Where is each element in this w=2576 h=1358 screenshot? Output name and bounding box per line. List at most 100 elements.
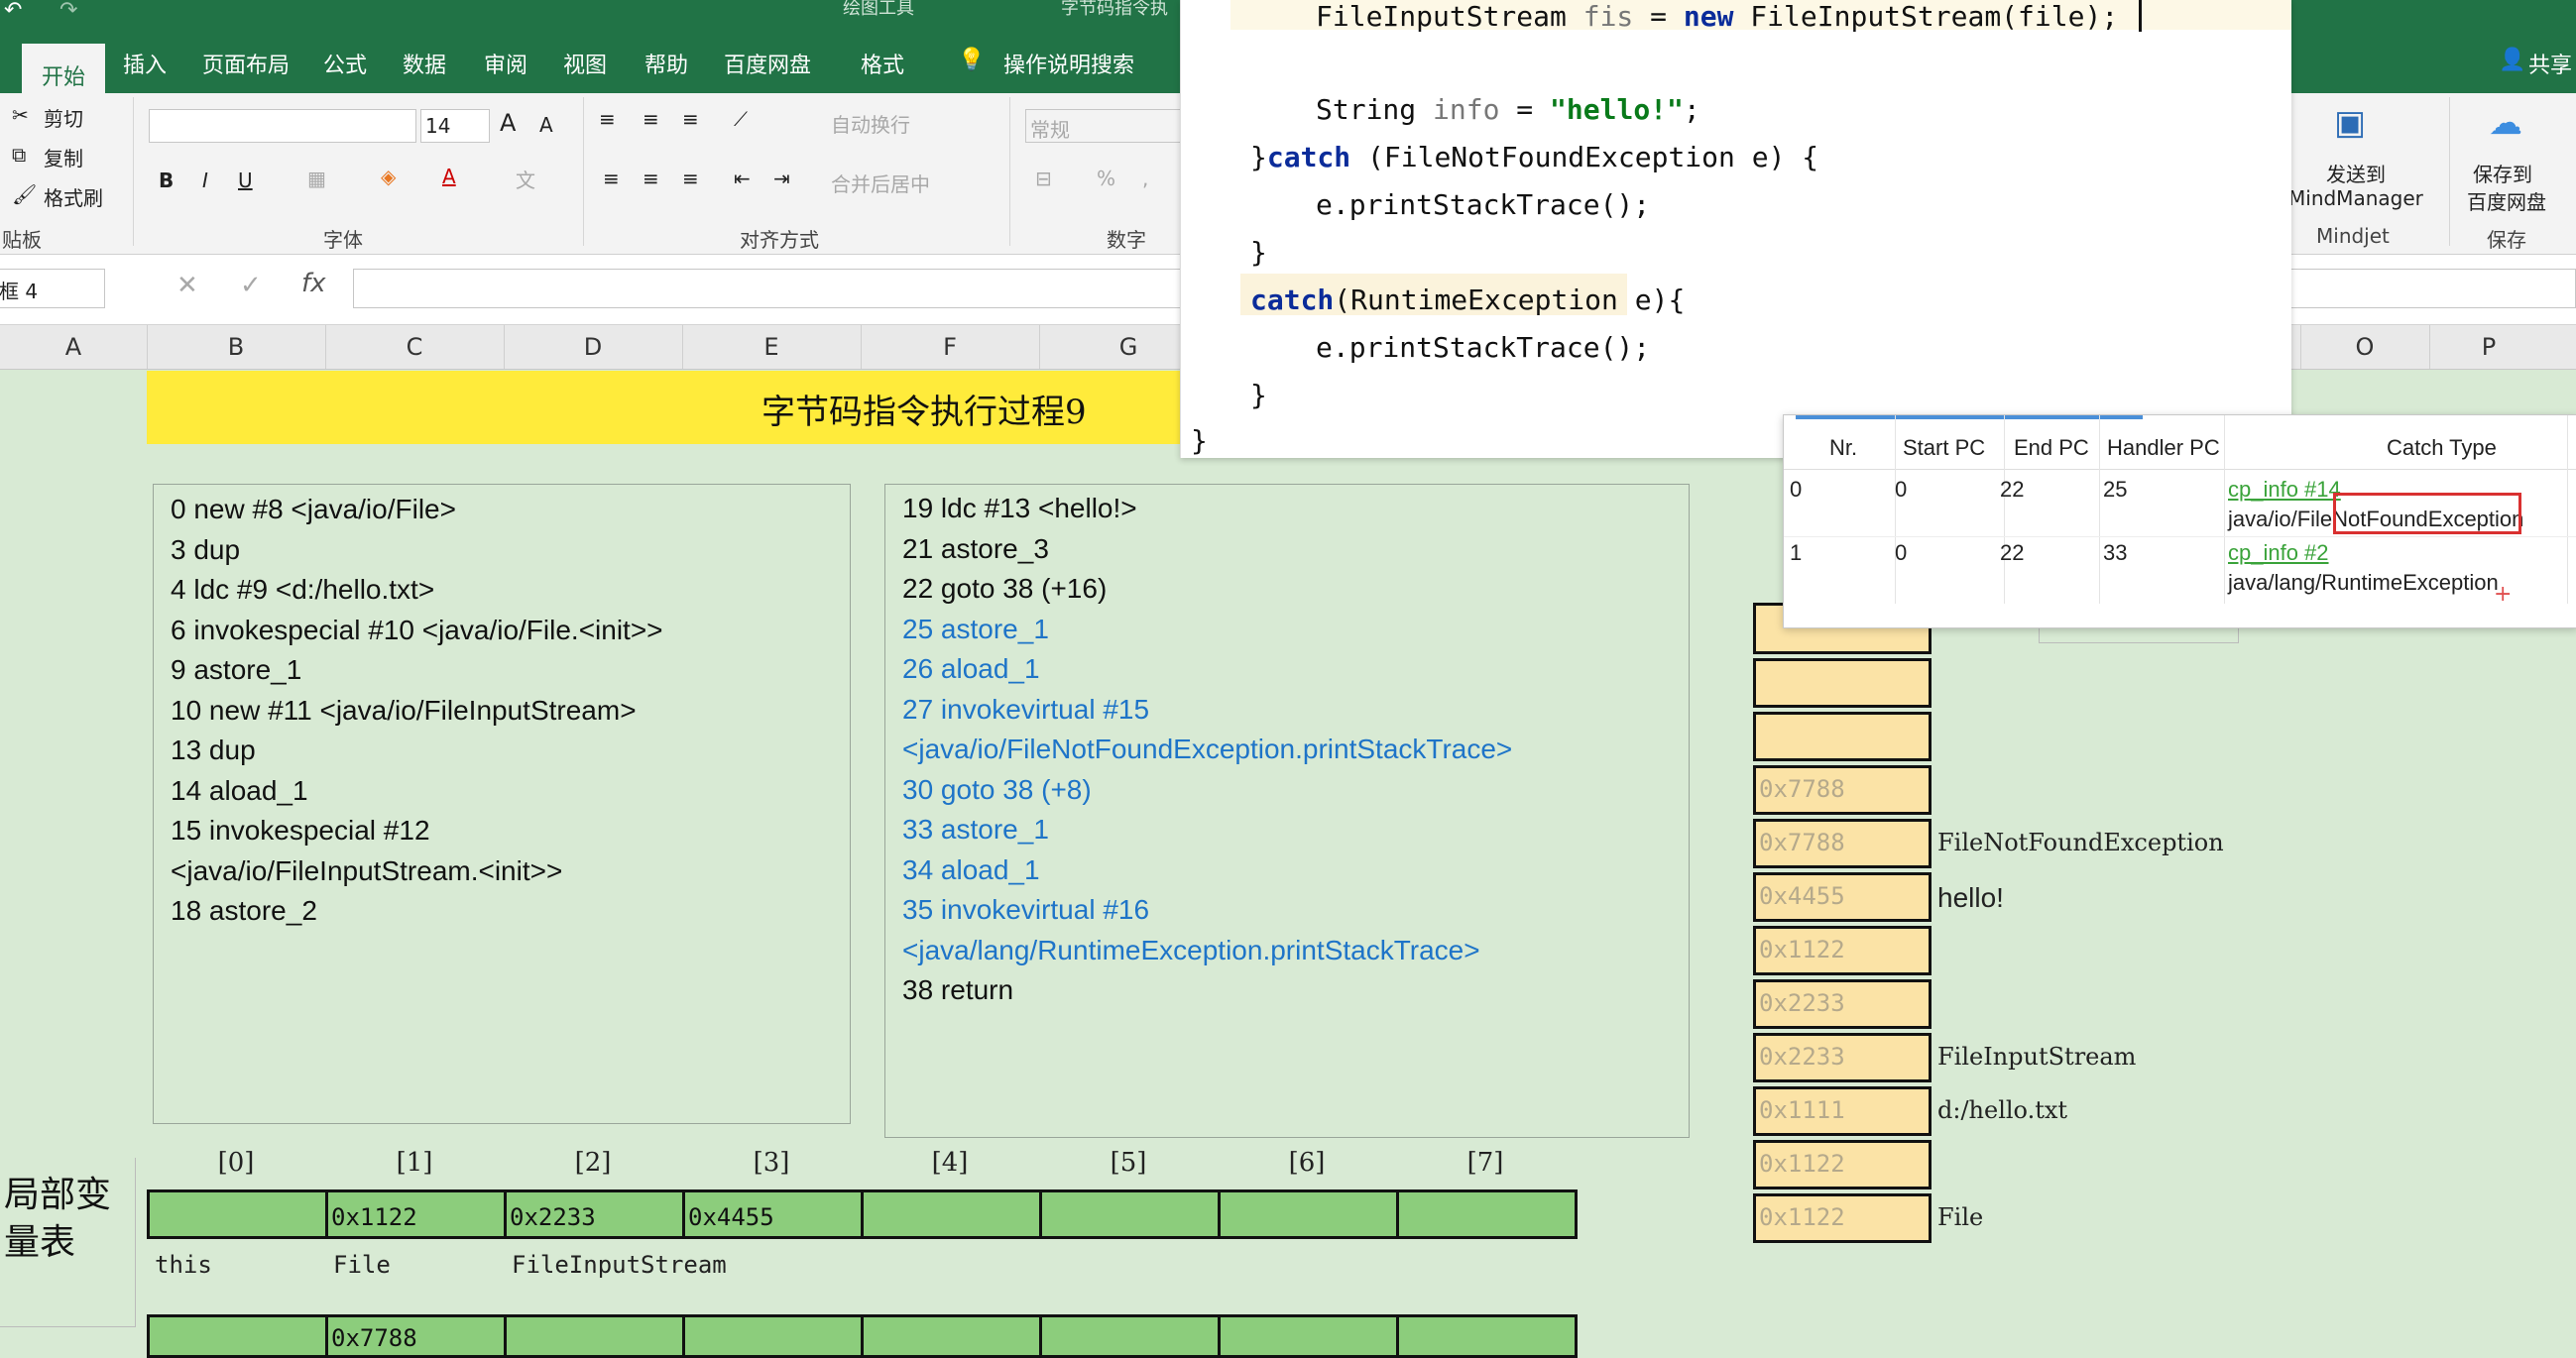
tab-review[interactable]: 审阅 xyxy=(484,48,527,79)
save-to-label[interactable]: 保存到 xyxy=(2473,159,2532,187)
local-var-slot-row2[interactable] xyxy=(147,1314,328,1358)
tab-insert[interactable]: 插入 xyxy=(123,48,167,79)
tell-me-search[interactable]: 操作说明搜索 xyxy=(1003,48,1134,79)
bytecode-line: 0 new #8 <java/io/File> xyxy=(171,494,456,524)
redo-icon[interactable]: ↷ xyxy=(59,0,77,23)
bytecode-line: 19 ldc #13 <hello!> xyxy=(902,493,1137,523)
format-painter-button[interactable]: 格式刷 xyxy=(44,182,103,211)
font-name-select[interactable] xyxy=(149,109,416,143)
percent-button[interactable]: % xyxy=(1097,167,1115,190)
tab-help[interactable]: 帮助 xyxy=(644,48,688,79)
mindmanager-button[interactable]: MindManager xyxy=(2288,186,2423,210)
local-var-slot-row2[interactable] xyxy=(1039,1314,1221,1358)
font-size-select[interactable]: 14 xyxy=(420,109,490,143)
local-var-slot-row2[interactable] xyxy=(861,1314,1042,1358)
align-top-icon[interactable]: ≡ xyxy=(599,107,616,131)
row1-cp-link[interactable]: cp_info #2 xyxy=(2228,540,2329,566)
share-button[interactable]: 共享 xyxy=(2528,48,2572,79)
local-var-slot[interactable] xyxy=(147,1189,328,1239)
row1-end: 22 xyxy=(2000,540,2025,565)
row0-cp-link[interactable]: cp_info #14 xyxy=(2228,477,2341,503)
local-var-slot[interactable] xyxy=(861,1189,1042,1239)
tab-formulas[interactable]: 公式 xyxy=(323,48,367,79)
font-color-icon[interactable]: A xyxy=(442,165,456,188)
decrease-indent-icon[interactable]: ⇤ xyxy=(734,167,751,190)
local-var-title-cell: 局部变量表 xyxy=(0,1158,136,1327)
tab-home[interactable]: 开始 xyxy=(22,44,106,93)
tab-page-layout[interactable]: 页面布局 xyxy=(202,48,290,79)
border-icon[interactable]: ▦ xyxy=(307,167,326,190)
local-var-slot-row2[interactable] xyxy=(504,1314,685,1358)
bold-button[interactable]: B xyxy=(159,169,174,192)
code-line: FileInputStream fis = new FileInputStrea… xyxy=(1316,0,2118,33)
tab-format[interactable]: 格式 xyxy=(861,48,904,79)
copy-button[interactable]: 复制 xyxy=(44,143,83,171)
local-var-slot[interactable] xyxy=(1039,1189,1221,1239)
local-var-slot-row2[interactable] xyxy=(682,1314,864,1358)
bytecode-line: 13 dup xyxy=(171,735,256,765)
send-to-label[interactable]: 发送到 xyxy=(2326,159,2386,187)
local-var-name: FileInputStream xyxy=(512,1251,727,1279)
scissors-icon[interactable]: ✂ xyxy=(12,103,29,127)
bytecode-line: 4 ldc #9 <d:/hello.txt> xyxy=(171,574,435,605)
align-center-icon[interactable]: ≡ xyxy=(643,167,659,190)
bytecode-line: 35 invokevirtual #16 xyxy=(902,894,1150,925)
copy-icon[interactable]: ⧉ xyxy=(12,143,26,167)
col-header-a[interactable]: A xyxy=(0,333,147,361)
code-token: "hello!" xyxy=(1550,93,1684,126)
enter-button[interactable]: ✓ xyxy=(240,271,262,300)
col-header-c[interactable]: C xyxy=(325,333,504,361)
col-header-d[interactable]: D xyxy=(504,333,682,361)
mindmanager-icon[interactable]: ▣ xyxy=(2334,103,2366,143)
baidu-netdisk-button[interactable]: 百度网盘 xyxy=(2467,186,2546,215)
grow-font-button[interactable]: A xyxy=(500,109,516,137)
undo-icon[interactable]: ↶ xyxy=(4,0,22,23)
baidu-cloud-icon[interactable]: ☁ xyxy=(2489,103,2522,143)
col-header-b[interactable]: B xyxy=(147,333,325,361)
fill-color-icon[interactable]: ◈ xyxy=(381,165,396,188)
phonetic-icon[interactable]: 文 xyxy=(516,165,535,193)
local-var-name: this xyxy=(155,1251,212,1279)
row0-nr: 0 xyxy=(1790,477,1803,502)
col-header-f[interactable]: F xyxy=(861,333,1039,361)
code-line: } xyxy=(1250,379,1267,411)
increase-indent-icon[interactable]: ⇥ xyxy=(773,167,790,190)
cancel-button[interactable]: ✕ xyxy=(176,271,198,300)
align-right-icon[interactable]: ≡ xyxy=(682,167,699,190)
local-var-slot[interactable] xyxy=(1396,1189,1578,1239)
number-format-select[interactable]: 常规 xyxy=(1025,109,1184,143)
local-var-slot-row2[interactable] xyxy=(1218,1314,1399,1358)
bytecode-line: 30 goto 38 (+8) xyxy=(902,773,1092,805)
brush-icon[interactable]: 🖌 xyxy=(12,182,37,206)
cut-button[interactable]: 剪切 xyxy=(44,103,83,132)
tab-view[interactable]: 视图 xyxy=(563,48,607,79)
underline-button[interactable]: U xyxy=(238,169,253,192)
align-middle-icon[interactable]: ≡ xyxy=(643,107,659,131)
shrink-font-button[interactable]: A xyxy=(539,113,553,137)
tab-data[interactable]: 数据 xyxy=(403,48,446,79)
col-header-e[interactable]: E xyxy=(682,333,861,361)
orientation-icon[interactable]: ⟋ xyxy=(734,107,748,131)
code-editor-window[interactable]: FileInputStream fis = new FileInputStrea… xyxy=(1180,0,2291,458)
insert-function-button[interactable]: fx xyxy=(301,269,326,298)
title-banner[interactable]: 字节码指令执行过程9 xyxy=(147,371,1180,444)
col-header-o[interactable]: O xyxy=(2300,333,2429,361)
local-var-slot[interactable] xyxy=(1218,1189,1399,1239)
currency-icon[interactable]: ⊟ xyxy=(1035,167,1052,190)
name-box[interactable]: 框 4 xyxy=(0,269,105,308)
stack-cell xyxy=(1753,658,1932,708)
col-header-p[interactable]: P xyxy=(2429,333,2548,361)
code-token: } xyxy=(1250,236,1267,269)
italic-button[interactable]: I xyxy=(202,169,208,192)
exception-table-panel[interactable]: Nr. Start PC End PC Handler PC Catch Typ… xyxy=(1783,414,2576,628)
bytecode-line: 9 astore_1 xyxy=(171,654,302,685)
align-left-icon[interactable]: ≡ xyxy=(603,167,620,190)
code-token: = xyxy=(1499,93,1551,126)
align-bottom-icon[interactable]: ≡ xyxy=(682,107,699,131)
merge-center-button[interactable]: 合并后居中 xyxy=(831,169,930,197)
wrap-text-button[interactable]: 自动换行 xyxy=(831,109,910,138)
stack-address: 0x7788 xyxy=(1759,775,1845,803)
comma-button[interactable]: , xyxy=(1142,167,1148,190)
local-var-slot-row2[interactable] xyxy=(1396,1314,1578,1358)
tab-baidu-netdisk[interactable]: 百度网盘 xyxy=(724,48,811,79)
